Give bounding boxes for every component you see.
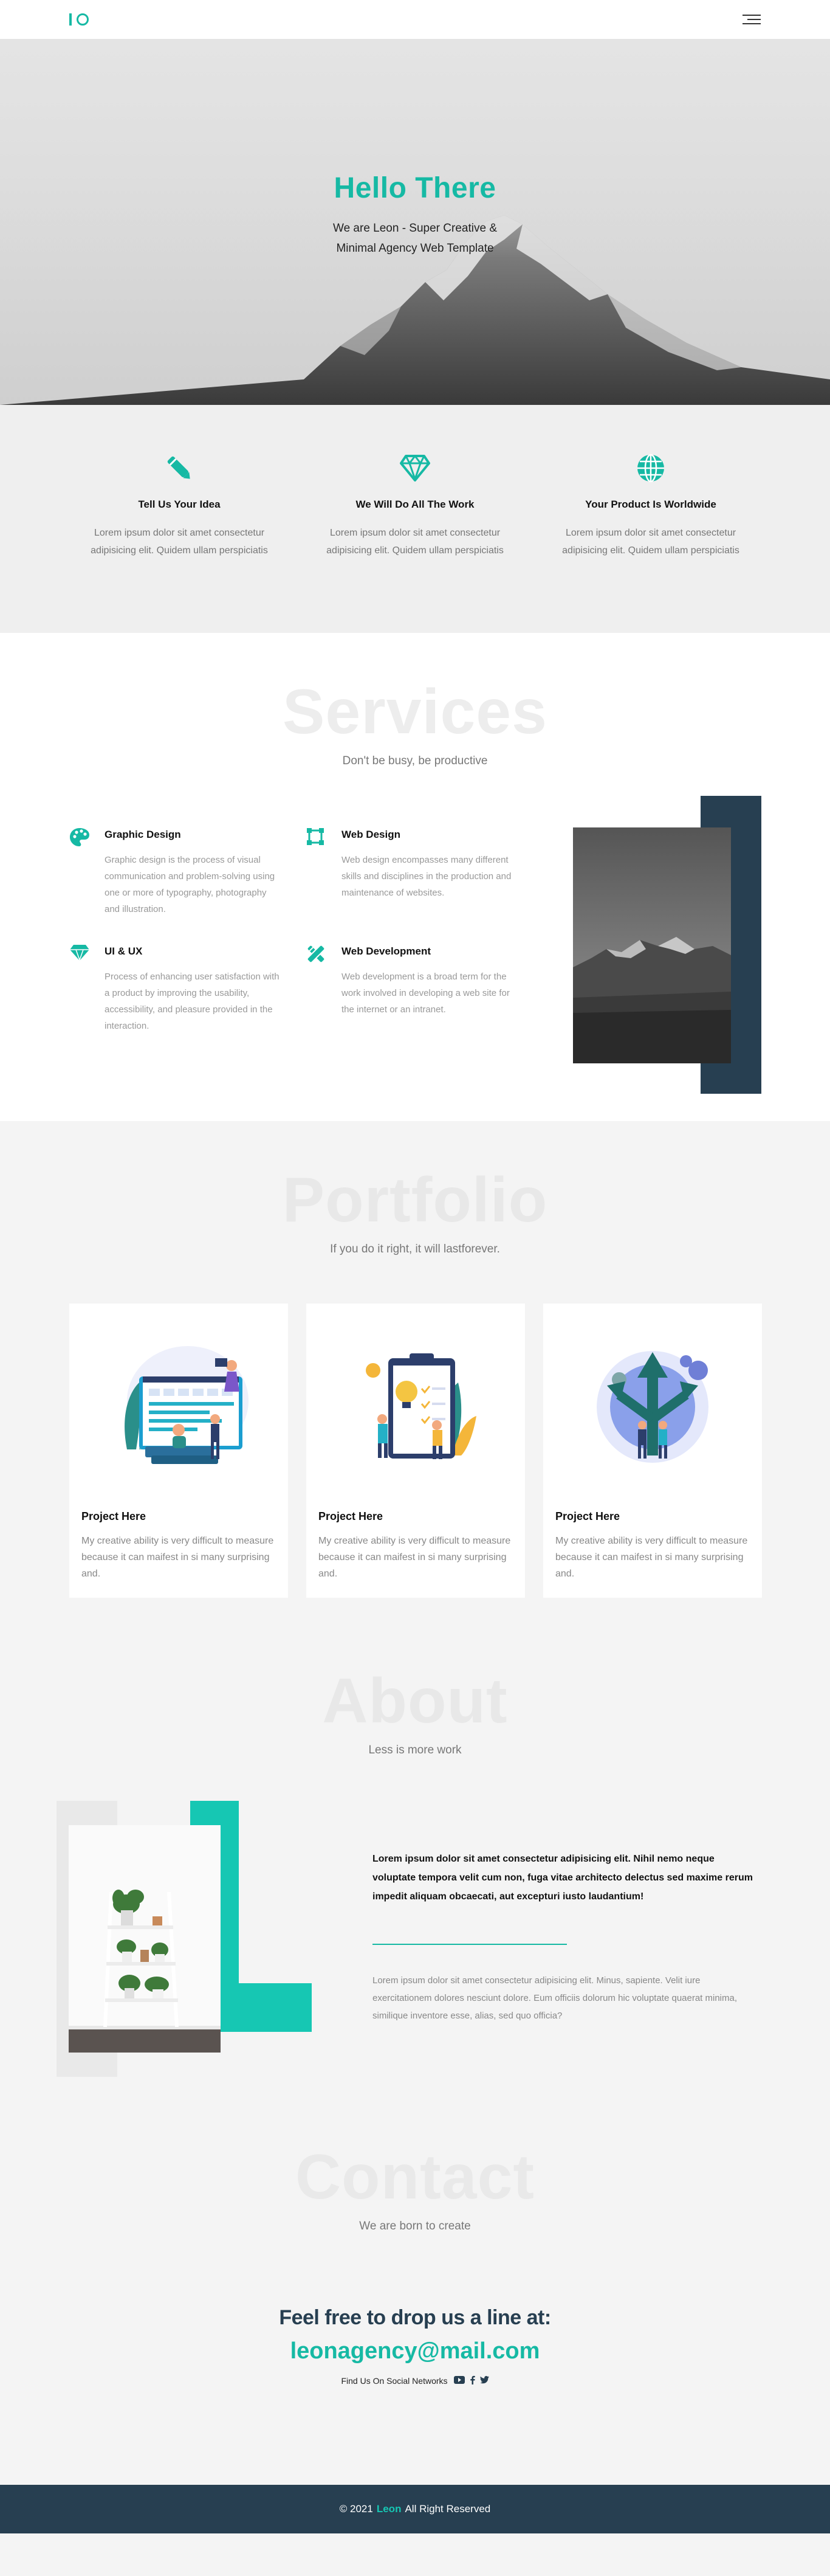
service-text: Process of enhancing user satisfaction w… (105, 972, 280, 1031)
hero-content: Hello There We are Leon - Super Creative… (0, 171, 830, 258)
portfolio-section: Portfolio If you do it right, it will la… (0, 1121, 830, 1651)
feature-text: Lorem ipsum dolor sit amet consectetur a… (562, 528, 739, 556)
logo[interactable] (69, 13, 89, 26)
footer-brand[interactable]: Leon (377, 2503, 402, 2515)
section-heading: Services (283, 677, 547, 747)
vector-square-icon (306, 827, 341, 917)
service-title: Web Development (341, 945, 431, 957)
mountain-photo (573, 827, 731, 1063)
feature-text: Lorem ipsum dolor sit amet consectetur a… (326, 528, 504, 556)
about-visual (57, 1801, 312, 2080)
feature-title: We Will Do All The Work (355, 499, 475, 510)
hamburger-menu-icon[interactable] (743, 15, 761, 24)
section-heading: Portfolio (282, 1165, 548, 1235)
card-title: Project Here (555, 1510, 620, 1522)
social-row: Find Us On Social Networks (0, 2375, 830, 2386)
service-item: Graphic Design Graphic design is the pro… (69, 827, 306, 917)
feature-item: Tell Us Your Idea Lorem ipsum dolor sit … (61, 452, 297, 633)
services-grid: Graphic Design Graphic design is the pro… (69, 827, 543, 1034)
service-title: Graphic Design (105, 829, 181, 840)
service-text: Graphic design is the process of visual … (105, 855, 275, 914)
feature-title: Tell Us Your Idea (138, 499, 221, 510)
service-title: Web Design (341, 829, 400, 840)
card-text: My creative ability is very difficult to… (81, 1536, 274, 1579)
section-subheading: Less is more work (368, 1744, 462, 1756)
logo-ring (77, 13, 89, 26)
section-heading: About (322, 1666, 508, 1736)
service-title: UI & UX (105, 945, 143, 957)
tools-icon (306, 944, 341, 1034)
twitter-icon[interactable] (479, 2376, 489, 2386)
services-visual (573, 796, 761, 1094)
arrows-direction-illustration (555, 1304, 750, 1510)
card-text: My creative ability is very difficult to… (555, 1536, 748, 1579)
section-subheading: If you do it right, it will lastforever. (330, 1243, 500, 1255)
gem-icon (69, 944, 105, 1034)
palette-icon (69, 827, 105, 917)
service-text: Web design encompasses many different sk… (341, 855, 512, 898)
features-section: Tell Us Your Idea Lorem ipsum dolor sit … (0, 405, 830, 633)
card-title: Project Here (318, 1510, 383, 1522)
footer-rights: All Right Reserved (405, 2503, 491, 2515)
divider-line (372, 1944, 567, 1945)
hero-subtitle: We are Leon - Super Creative & Minimal A… (332, 222, 497, 255)
card-title: Project Here (81, 1510, 146, 1522)
about-paragraph: Lorem ipsum dolor sit amet consectetur a… (372, 1975, 738, 2021)
social-icons (453, 2375, 489, 2386)
diamond-icon (297, 452, 533, 484)
portfolio-card[interactable]: Project Here My creative ability is very… (69, 1304, 288, 1598)
footer-copyright: © 2021 (339, 2503, 373, 2515)
plant-shelf-photo (69, 1825, 221, 2053)
card-text: My creative ability is very difficult to… (318, 1536, 511, 1579)
page-bottom-spacer (0, 2533, 830, 2576)
services-header: Services Don't be busy, be productive (0, 680, 830, 768)
contact-line: Feel free to drop us a line at: (279, 2306, 551, 2329)
feature-item: Your Product Is Worldwide Lorem ipsum do… (533, 452, 769, 633)
pencil-icon (61, 452, 297, 484)
portfolio-cards: Project Here My creative ability is very… (69, 1304, 762, 1598)
portfolio-card[interactable]: Project Here My creative ability is very… (306, 1304, 525, 1598)
clipboard-idea-illustration (318, 1304, 513, 1510)
section-heading: Contact (295, 2142, 535, 2212)
facebook-icon[interactable] (470, 2375, 475, 2386)
globe-icon (533, 452, 769, 484)
youtube-icon[interactable] (453, 2376, 465, 2386)
service-text: Web development is a broad term for the … (341, 972, 510, 1015)
logo-bar (69, 13, 72, 26)
contact-email-link[interactable]: leonagency@mail.com (0, 2338, 830, 2364)
about-text: Lorem ipsum dolor sit amet consectetur a… (372, 1849, 755, 2025)
section-subheading: Don't be busy, be productive (342, 754, 488, 767)
feature-text: Lorem ipsum dolor sit amet consectetur a… (91, 528, 268, 556)
about-bold-paragraph: Lorem ipsum dolor sit amet consectetur a… (372, 1854, 753, 1902)
about-header: About Less is more work (0, 1670, 830, 1757)
footer: © 2021 Leon All Right Reserved (0, 2485, 830, 2533)
portfolio-header: Portfolio If you do it right, it will la… (0, 1169, 830, 1256)
calendar-planning-illustration (81, 1304, 276, 1510)
services-section: Services Don't be busy, be productive Gr… (0, 633, 830, 1121)
about-section: About Less is more work Lorem ipsum dolo… (0, 1651, 830, 2112)
social-label: Find Us On Social Networks (341, 2376, 448, 2386)
hero-title: Hello There (334, 172, 496, 204)
section-subheading: We are born to create (359, 2220, 471, 2232)
portfolio-card[interactable]: Project Here My creative ability is very… (543, 1304, 762, 1598)
feature-item: We Will Do All The Work Lorem ipsum dolo… (297, 452, 533, 633)
service-item: UI & UX Process of enhancing user satisf… (69, 944, 306, 1034)
service-item: Web Design Web design encompasses many d… (306, 827, 543, 917)
contact-header: Contact We are born to create (0, 2146, 830, 2233)
top-navbar (0, 0, 830, 39)
contact-section: Contact We are born to create Feel free … (0, 2112, 830, 2485)
hero-section: Hello There We are Leon - Super Creative… (0, 39, 830, 405)
service-item: Web Development Web development is a bro… (306, 944, 543, 1034)
feature-title: Your Product Is Worldwide (585, 499, 716, 510)
